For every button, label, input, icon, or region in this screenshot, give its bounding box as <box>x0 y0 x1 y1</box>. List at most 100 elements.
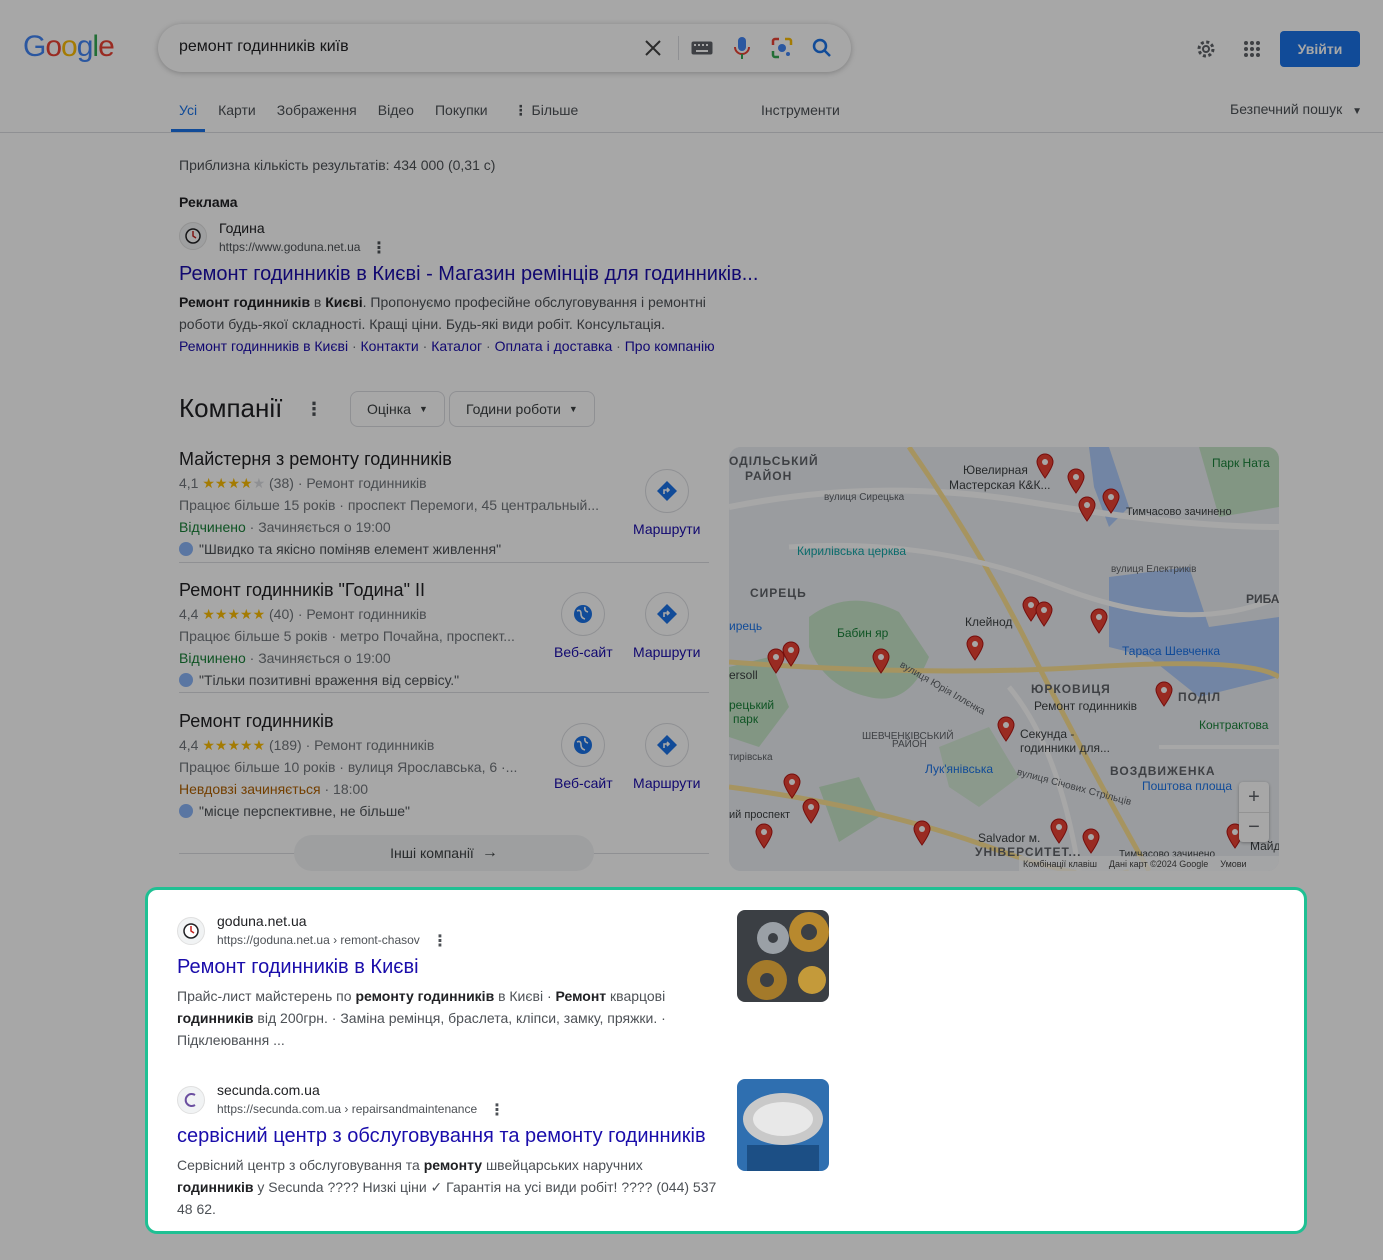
map[interactable]: ОДІЛЬСЬКИЙ РАЙОН Ювелирная Мастерская К&… <box>729 447 1279 871</box>
keyboard-icon[interactable] <box>690 36 714 60</box>
result-menu-icon[interactable]: ⋮ <box>489 1100 505 1120</box>
map-label: годинники для... <box>1020 741 1110 755</box>
map-pin-icon[interactable] <box>1050 818 1068 844</box>
closing-time: · Зачиняється о 19:00 <box>245 519 391 535</box>
business-listing[interactable]: Ремонт годинників "Година" II 4,4 ★★★★★ … <box>179 580 515 691</box>
zoom-in-icon[interactable]: + <box>1239 782 1269 812</box>
safesearch-button[interactable]: Безпечний пошук ▼ <box>1230 101 1362 117</box>
map-label: ирець <box>729 619 763 633</box>
ad-sitelink[interactable]: Ремонт годинників в Києві <box>179 338 348 354</box>
logo-letter: o <box>45 30 62 63</box>
search-bar[interactable]: ремонт годинників київ <box>158 24 851 72</box>
ad-label: Реклама <box>179 194 238 210</box>
website-label[interactable]: Веб-сайт <box>554 775 613 791</box>
map-pin-icon[interactable] <box>1082 828 1100 854</box>
map-pin-icon[interactable] <box>783 773 801 799</box>
result-title[interactable]: сервісний центр з обслуговування та ремо… <box>177 1125 706 1148</box>
tab-more-label: Більше <box>531 102 579 118</box>
ad-title[interactable]: Ремонт годинників в Києві - Магазин ремі… <box>179 263 758 286</box>
caret-down-icon: ▼ <box>418 404 428 414</box>
map-label: РИБА <box>1246 592 1279 606</box>
website-button[interactable] <box>561 723 605 767</box>
business-hours: Невдовзі зачиняється · 18:00 <box>179 778 517 800</box>
tab-videos[interactable]: Відео <box>378 102 414 132</box>
apps-icon[interactable] <box>1240 37 1264 61</box>
map-pin-icon[interactable] <box>1067 468 1085 494</box>
tab-all[interactable]: Усі <box>170 102 206 132</box>
tab-maps[interactable]: Карти <box>218 102 256 132</box>
ad-url[interactable]: https://www.goduna.net.ua <box>219 240 360 254</box>
clear-icon[interactable] <box>641 36 665 60</box>
ad-site-name: Година <box>219 220 265 236</box>
signin-button[interactable]: Увійти <box>1280 31 1360 67</box>
ad-sitelink[interactable]: Оплата і доставка <box>495 338 613 354</box>
map-pin-icon[interactable] <box>1090 608 1108 634</box>
directions-button[interactable] <box>645 592 689 636</box>
tab-images[interactable]: Зображення <box>277 102 357 132</box>
map-pin-icon[interactable] <box>802 798 820 824</box>
tools-button[interactable]: Інструменти <box>761 102 840 118</box>
rating-value: 4,4 <box>179 606 199 622</box>
result-breadcrumb[interactable]: https://goduna.net.ua › remont-chasov <box>217 933 420 947</box>
ad-sitelink[interactable]: Контакти <box>361 338 419 354</box>
directions-label[interactable]: Маршрути <box>633 521 700 537</box>
rating-stars: ★★★★★ <box>202 475 265 491</box>
ad-snippet-text: . Пропонуємо професійне обслуговування і… <box>362 294 706 310</box>
ad-sitelink[interactable]: Про компанію <box>625 338 715 354</box>
terms-link[interactable]: Умови <box>1220 859 1246 869</box>
map-pin-icon[interactable] <box>1036 453 1054 479</box>
tab-shopping[interactable]: Покупки <box>435 102 488 132</box>
ad-menu-icon[interactable]: ⋮ <box>371 238 387 258</box>
website-button[interactable] <box>561 592 605 636</box>
gear-icon[interactable] <box>1194 37 1218 61</box>
result-menu-icon[interactable]: ⋮ <box>432 931 448 951</box>
more-companies-button[interactable]: Інші компанії → <box>294 835 594 871</box>
business-listing[interactable]: Майстерня з ремонту годинників 4,1 ★★★★★… <box>179 449 599 560</box>
map-pin-icon[interactable] <box>1102 488 1120 514</box>
business-name[interactable]: Ремонт годинників "Година" II <box>179 580 515 601</box>
map-pin-icon[interactable] <box>913 820 931 846</box>
map-label: ОДІЛЬСЬКИЙ <box>729 454 819 468</box>
result-title[interactable]: Ремонт годинників в Києві <box>177 956 419 979</box>
companies-menu-icon[interactable]: ⋮ <box>305 399 323 420</box>
map-pin-icon[interactable] <box>1078 496 1096 522</box>
directions-button[interactable] <box>645 469 689 513</box>
filter-rating[interactable]: Оцінка ▼ <box>350 391 445 427</box>
map-pin-icon[interactable] <box>997 716 1015 742</box>
search-icon[interactable] <box>810 36 834 60</box>
map-pin-icon[interactable] <box>872 648 890 674</box>
map-label: рецький <box>729 698 775 712</box>
filter-rating-label: Оцінка <box>367 401 411 417</box>
map-pin-icon[interactable] <box>966 635 984 661</box>
filter-hours-label: Години роботи <box>466 401 561 417</box>
ad-snippet: Ремонт годинників в Києві. Пропонуємо пр… <box>179 291 759 335</box>
business-description: Працює більше 15 років · проспект Перемо… <box>179 497 600 513</box>
directions-label[interactable]: Маршрути <box>633 775 700 791</box>
search-input[interactable]: ремонт годинників київ <box>179 38 349 56</box>
filter-hours[interactable]: Години роботи ▼ <box>449 391 595 427</box>
lens-icon[interactable] <box>770 36 794 60</box>
website-label[interactable]: Веб-сайт <box>554 644 613 660</box>
business-name[interactable]: Ремонт годинників <box>179 711 517 732</box>
map-pin-icon[interactable] <box>755 823 773 849</box>
result-thumbnail[interactable] <box>737 1079 829 1171</box>
tab-more[interactable]: ⋮ Більше <box>514 102 579 132</box>
keyboard-shortcuts-link[interactable]: Комбінації клавіш <box>1023 859 1097 869</box>
directions-button[interactable] <box>645 723 689 767</box>
ad-snippet-line2: роботи будь-якої складності. Кращі ціни.… <box>179 316 666 332</box>
business-listing[interactable]: Ремонт годинників 4,4 ★★★★★ (189) · Ремо… <box>179 711 517 822</box>
business-name[interactable]: Майстерня з ремонту годинників <box>179 449 599 470</box>
zoom-out-icon[interactable]: − <box>1239 812 1269 842</box>
map-pin-icon[interactable] <box>782 641 800 667</box>
microphone-icon[interactable] <box>730 36 754 60</box>
ad-snippet-text: в <box>310 294 326 310</box>
map-data-credit: Дані карт ©2024 Google <box>1108 858 1209 869</box>
google-logo[interactable]: Google <box>23 30 115 64</box>
ad-sitelink[interactable]: Каталог <box>431 338 482 354</box>
result-stats: Приблизна кількість результатів: 434 000… <box>179 157 496 173</box>
map-pin-icon[interactable] <box>1035 601 1053 627</box>
directions-label[interactable]: Маршрути <box>633 644 700 660</box>
map-pin-icon[interactable] <box>1155 681 1173 707</box>
result-breadcrumb[interactable]: https://secunda.com.ua › repairsandmaint… <box>217 1102 477 1116</box>
result-thumbnail[interactable] <box>737 910 829 1002</box>
